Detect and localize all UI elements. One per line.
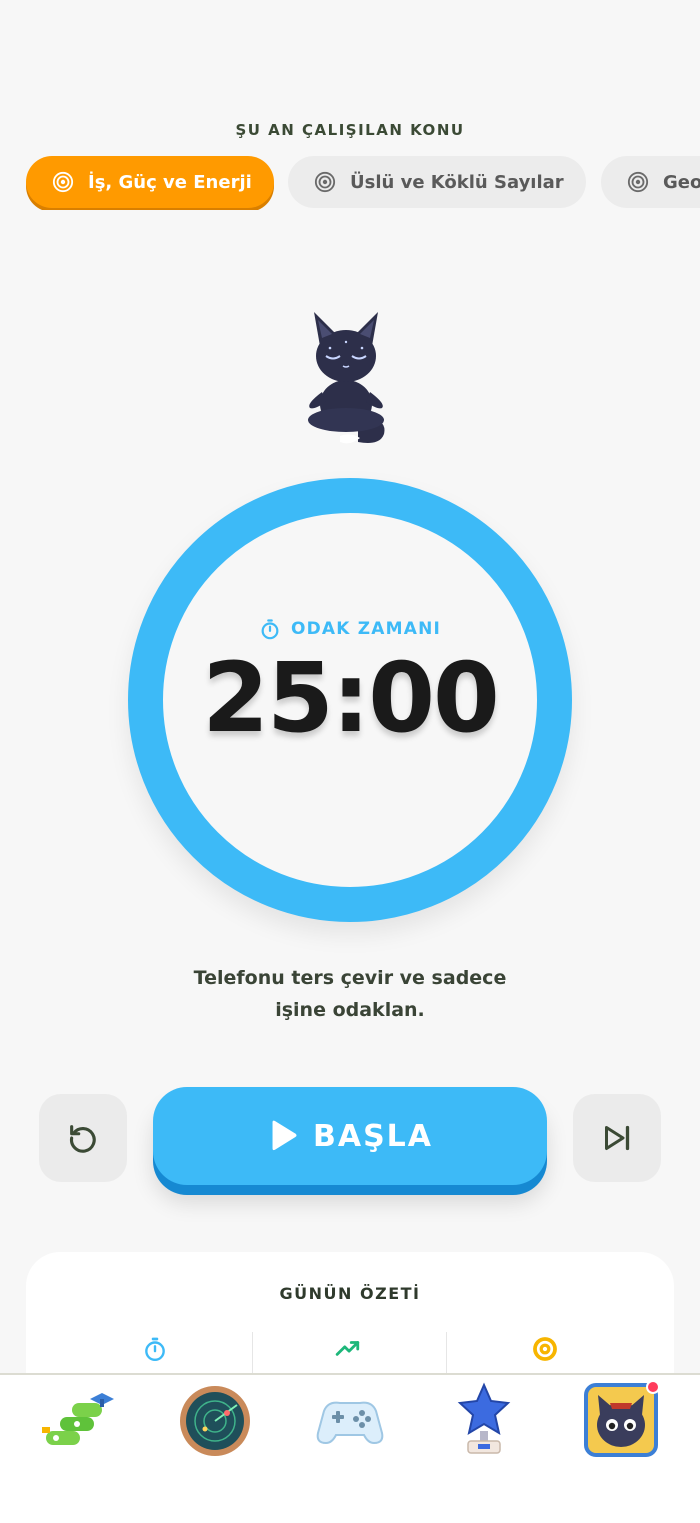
stopwatch-icon (261, 619, 279, 640)
topic-chip[interactable]: Geometri (601, 156, 700, 208)
focus-mode-text: ODAK ZAMANI (290, 619, 442, 639)
timer-display: 25:00 (202, 642, 500, 754)
play-icon (272, 1120, 297, 1151)
focus-hint: Telefonu ters çevir ve sadece işine odak… (150, 962, 550, 1026)
learning-path-icon[interactable] (40, 1381, 120, 1461)
start-button[interactable]: BAŞLA (153, 1087, 547, 1185)
topic-chip-label: Geometri (663, 171, 700, 193)
focus-hint-line: Telefonu ters çevir ve sadece (193, 967, 507, 989)
focus-mode-label: ODAK ZAMANI (0, 618, 700, 640)
target-icon (533, 1337, 557, 1361)
target-icon (314, 171, 336, 193)
skip-button[interactable] (573, 1094, 661, 1182)
topic-chip-label: İş, Güç ve Enerji (88, 171, 252, 193)
trophy-star-icon[interactable] (444, 1381, 524, 1461)
stopwatch-icon (145, 1337, 165, 1362)
topic-chip-active[interactable]: İş, Güç ve Enerji (26, 156, 274, 208)
topic-chip[interactable]: Üslü ve Köklü Sayılar (288, 156, 586, 208)
topic-chip-list: İş, Güç ve Enerji Üslü ve Köklü Sayılar … (26, 156, 700, 210)
radar-icon[interactable] (175, 1381, 255, 1461)
target-icon (627, 171, 649, 193)
topic-chip-label: Üslü ve Köklü Sayılar (350, 171, 564, 193)
bottom-navigation (0, 1373, 700, 1523)
focus-hint-line: işine odaklan. (275, 999, 425, 1021)
current-topic-label: ŞU AN ÇALIŞILAN KONU (235, 121, 465, 139)
game-controller-icon[interactable] (310, 1381, 390, 1461)
meditating-cat-mascot (308, 312, 385, 444)
reset-icon (69, 1125, 96, 1153)
notification-badge (646, 1380, 660, 1394)
trending-up-icon (335, 1341, 360, 1356)
reset-button[interactable] (39, 1094, 127, 1182)
daily-summary-title: GÜNÜN ÖZETİ (279, 1284, 421, 1303)
start-button-label: BAŞLA (312, 1118, 434, 1154)
skip-next-icon (605, 1125, 630, 1151)
target-icon (52, 171, 74, 193)
